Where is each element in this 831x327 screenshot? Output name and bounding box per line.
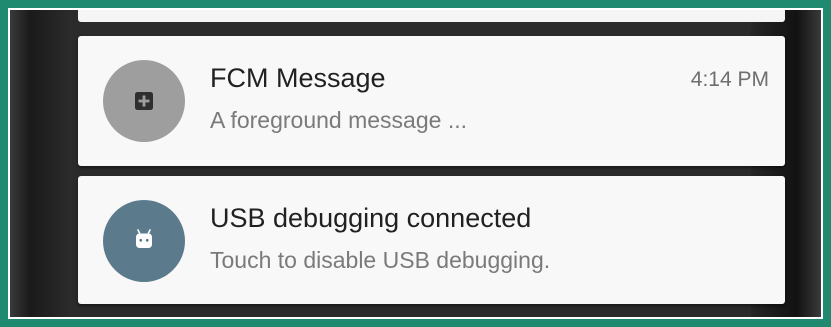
add-box-icon bbox=[135, 92, 153, 110]
notification-shade-frame: FCM Message A foreground message ... 4:1… bbox=[8, 8, 823, 319]
device-bezel-left bbox=[10, 10, 68, 317]
notification-text: A foreground message ... bbox=[210, 107, 467, 133]
notification-usb-debugging[interactable]: USB debugging connected Touch to disable… bbox=[78, 176, 785, 304]
notification-title: USB debugging connected bbox=[210, 203, 532, 233]
notification-icon-circle bbox=[103, 60, 185, 142]
android-icon bbox=[136, 229, 152, 248]
notification-title: FCM Message bbox=[210, 63, 386, 93]
notification-fcm-message[interactable]: FCM Message A foreground message ... 4:1… bbox=[78, 36, 785, 166]
notification-icon-circle bbox=[103, 200, 185, 282]
notification-text: Touch to disable USB debugging. bbox=[210, 247, 551, 273]
previous-notification-edge[interactable] bbox=[78, 10, 785, 22]
notification-time: 4:14 PM bbox=[690, 68, 769, 91]
